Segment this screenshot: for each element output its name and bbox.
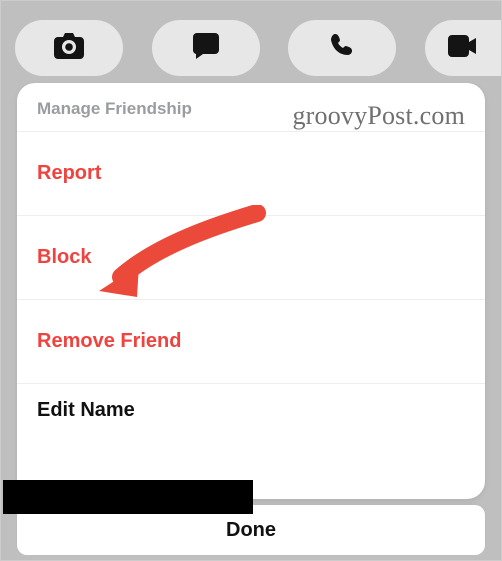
action-toolbar — [1, 1, 501, 83]
video-button[interactable] — [425, 20, 501, 76]
watermark-text: groovyPost.com — [292, 101, 465, 131]
phone-icon — [329, 33, 355, 64]
chat-icon — [193, 33, 219, 64]
screenshot-frame: Chat Attachments Manage Friendship Repor… — [0, 0, 502, 561]
chat-button[interactable] — [152, 20, 260, 76]
redaction-bar — [3, 480, 253, 514]
block-row[interactable]: Block — [17, 215, 485, 299]
edit-name-row[interactable]: Edit Name — [17, 383, 485, 437]
video-icon — [448, 35, 478, 62]
remove-friend-row[interactable]: Remove Friend — [17, 299, 485, 383]
row-label: Remove Friend — [37, 330, 181, 353]
report-row[interactable]: Report — [17, 131, 485, 215]
done-label: Done — [226, 519, 276, 542]
camera-icon — [54, 33, 84, 64]
manage-friendship-sheet: Manage Friendship Report Block Remove Fr… — [17, 83, 485, 499]
phone-button[interactable] — [288, 20, 396, 76]
camera-button[interactable] — [15, 20, 123, 76]
row-label: Edit Name — [37, 399, 135, 422]
row-label: Block — [37, 246, 91, 269]
row-label: Report — [37, 162, 101, 185]
